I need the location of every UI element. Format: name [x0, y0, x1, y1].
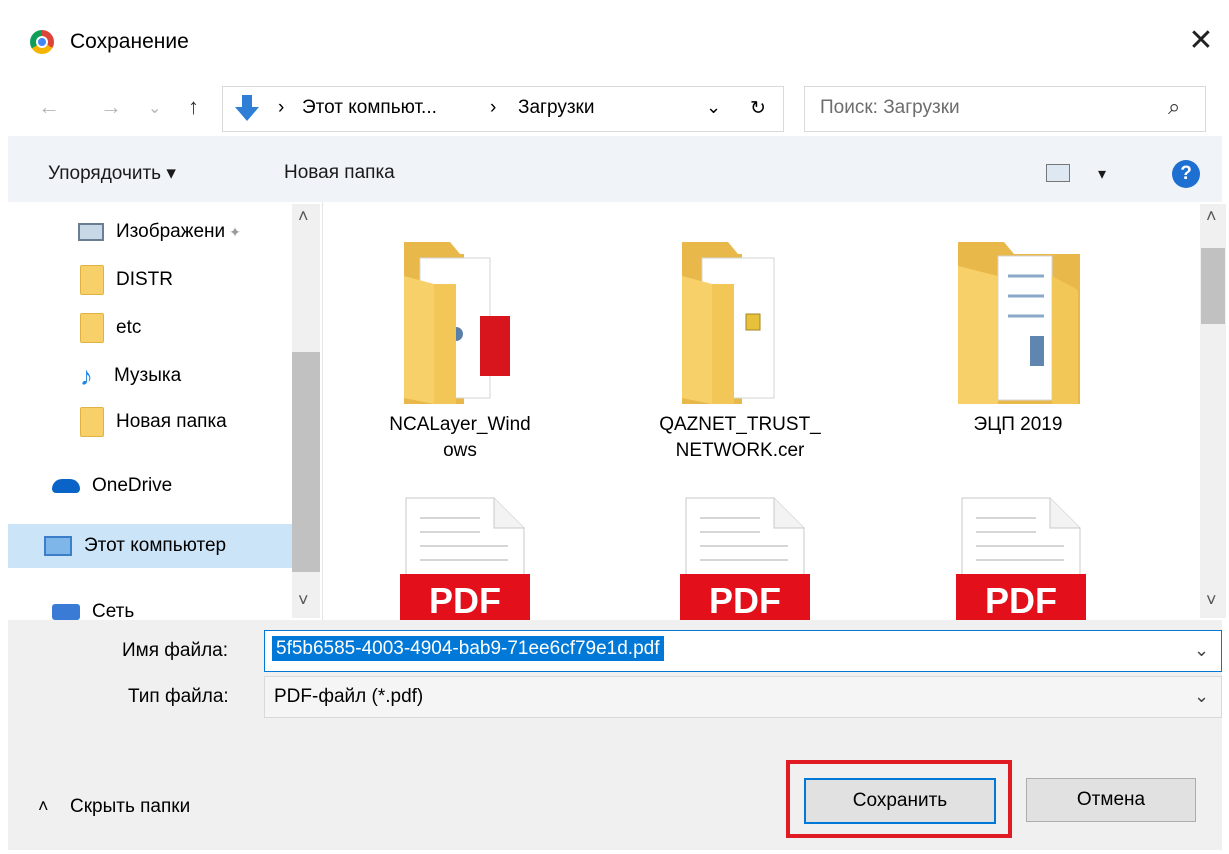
pdf-badge: PDF: [709, 580, 781, 620]
breadcrumb-downloads[interactable]: Загрузки: [518, 97, 594, 119]
refresh-icon[interactable]: ↻: [750, 97, 766, 120]
chrome-icon: [30, 30, 54, 54]
sidebar-scrollbar-thumb[interactable]: [292, 352, 320, 572]
window-title: Сохранение: [70, 30, 189, 53]
onedrive-icon: [52, 478, 80, 493]
sidebar-item-pictures[interactable]: Изображени ✦: [78, 210, 241, 254]
sidebar-item-label: DISTR: [116, 269, 173, 290]
file-item-ecp2019[interactable]: ЭЦП 2019: [918, 236, 1118, 476]
file-item-pdf[interactable]: PDF: [956, 496, 1086, 620]
breadcrumb-this-pc[interactable]: Этот компьют...: [302, 97, 437, 119]
search-input[interactable]: Поиск: Загрузки: [820, 97, 960, 119]
filetype-dropdown-icon[interactable]: ⌄: [1194, 686, 1209, 707]
back-button[interactable]: ←: [38, 94, 60, 120]
file-item-label: ows: [443, 440, 477, 461]
sidebar-item-label: Этот компьютер: [84, 535, 227, 556]
file-list-scrollbar-thumb[interactable]: [1201, 248, 1225, 324]
forward-button[interactable]: →: [100, 94, 122, 120]
sidebar-item-label: Изображени: [116, 221, 226, 242]
sidebar-item-onedrive[interactable]: OneDrive: [52, 464, 172, 508]
pdf-badge: PDF: [985, 580, 1057, 620]
music-icon: ♪: [80, 360, 93, 391]
file-item-label: QAZNET_TRUST_: [659, 414, 821, 435]
close-button[interactable]: ✕: [1186, 26, 1216, 56]
folder-icon: [682, 242, 775, 404]
file-item-qaznet[interactable]: QAZNET_TRUST_ NETWORK.cer: [640, 236, 840, 476]
sidebar-scroll-down[interactable]: ˅: [298, 590, 309, 611]
file-item-pdf[interactable]: PDF: [400, 496, 530, 620]
new-folder-button[interactable]: Новая папка: [284, 162, 395, 184]
help-icon[interactable]: ?: [1172, 160, 1200, 188]
download-arrow-icon: [232, 93, 262, 128]
filename-value: 5f5b6585-4003-4904-bab9-71ee6cf79e1d.pdf: [272, 636, 664, 661]
file-item-ncalayer[interactable]: NCALayer_Wind ows: [360, 236, 560, 476]
filename-label: Имя файла:: [122, 640, 229, 661]
address-dropdown-icon[interactable]: ⌄: [706, 97, 721, 118]
sidebar-item-this-pc[interactable]: Этот компьютер: [8, 524, 292, 568]
folder-icon: [958, 242, 1080, 404]
sidebar-item-label: Сеть: [92, 601, 135, 622]
sidebar-item-label: etc: [116, 317, 142, 338]
sidebar-scroll-up[interactable]: ˄: [298, 206, 309, 227]
folder-icon: [80, 264, 104, 295]
sidebar-item-label: Новая папка: [116, 411, 227, 432]
file-list-scroll-up[interactable]: ˄: [1206, 206, 1217, 227]
sidebar-item-label: OneDrive: [92, 475, 173, 496]
view-options-icon[interactable]: [1046, 164, 1070, 182]
cancel-button[interactable]: Отмена: [1026, 778, 1196, 822]
chevron-up-icon[interactable]: ˄: [38, 796, 49, 817]
network-icon: [52, 603, 80, 620]
sidebar-item-label: Музыка: [114, 365, 182, 386]
navigation-pane: Изображени ✦ DISTR etc ♪ Музыка Новая папк…: [8, 202, 322, 622]
file-item-label: NCALayer_Wind: [389, 414, 531, 435]
file-item-label: ЭЦП 2019: [973, 414, 1063, 435]
folder-icon: [80, 312, 104, 343]
file-item-label: NETWORK.cer: [675, 440, 805, 461]
file-list-scroll-down[interactable]: ˅: [1206, 590, 1217, 611]
sidebar-item-network[interactable]: Сеть: [52, 590, 134, 622]
filetype-label: Тип файла:: [128, 686, 229, 707]
recent-locations-button[interactable]: ⌄: [148, 98, 161, 118]
highlight-annotation: [786, 760, 1012, 838]
command-bar: [8, 136, 1222, 202]
breadcrumb-separator: ›: [278, 97, 285, 118]
pictures-icon: [78, 222, 104, 241]
sidebar-item-etc[interactable]: etc: [80, 306, 141, 350]
filename-dropdown-icon[interactable]: ⌄: [1194, 640, 1209, 661]
computer-icon: [44, 535, 72, 556]
search-icon[interactable]: ⌕: [1168, 94, 1180, 120]
breadcrumb-separator: ›: [490, 97, 497, 118]
folder-icon: [80, 406, 104, 437]
filetype-value: PDF-файл (*.pdf): [274, 686, 424, 707]
sidebar-item-distr[interactable]: DISTR: [80, 258, 173, 302]
file-item-pdf[interactable]: PDF: [680, 496, 810, 620]
folder-icon: [404, 242, 510, 404]
up-button[interactable]: ↑: [188, 94, 199, 120]
organize-button[interactable]: Упорядочить ▾: [48, 162, 176, 185]
sidebar-item-new-folder[interactable]: Новая папка: [80, 400, 227, 444]
pin-icon: ✦: [229, 224, 241, 240]
sidebar-item-music[interactable]: ♪ Музыка: [80, 354, 181, 398]
pdf-badge: PDF: [429, 580, 501, 620]
view-dropdown-icon[interactable]: ▾: [1098, 164, 1106, 184]
hide-folders-button[interactable]: Скрыть папки: [70, 796, 190, 818]
